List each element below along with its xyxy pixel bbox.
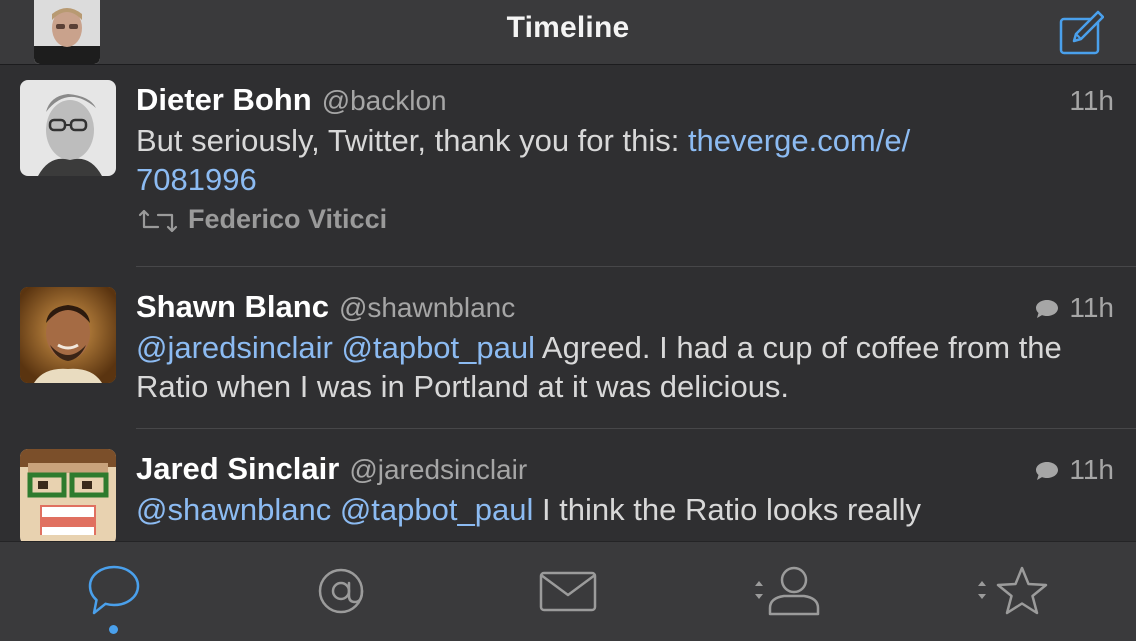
person-icon (755, 566, 820, 616)
star-icon (978, 566, 1048, 615)
author-name: Shawn Blanc (136, 289, 329, 324)
at-sign-icon (318, 568, 364, 614)
avatar[interactable] (20, 80, 116, 176)
author-name: Dieter Bohn (136, 82, 312, 117)
tab-profile[interactable] (740, 542, 850, 641)
active-indicator (109, 625, 118, 634)
compose-button[interactable] (1058, 10, 1105, 56)
avatar[interactable] (20, 449, 116, 541)
tab-timeline[interactable] (60, 542, 180, 641)
tweet-row[interactable]: Dieter Bohn @backlon 11h But seriously, T… (0, 65, 1136, 267)
nav-bar: Timeline (0, 0, 1136, 65)
avatar-photo (20, 287, 116, 383)
speech-bubble-icon (88, 565, 140, 615)
tweet-text: @shawnblanc @tapbot_paul I think the Rat… (136, 490, 1116, 529)
tweet-author[interactable]: Shawn Blanc @shawnblanc (136, 289, 515, 325)
retweeter-name: Federico Viticci (188, 204, 388, 234)
tweet-text: But seriously, Twitter, thank you for th… (136, 121, 1116, 199)
tweet-text-body: But seriously, Twitter, thank you for th… (136, 123, 688, 158)
author-name: Jared Sinclair (136, 451, 340, 486)
tweet-link-part: 7081996 (136, 162, 257, 197)
compose-icon (1059, 10, 1105, 55)
tab-bar (0, 541, 1136, 641)
tweet-author[interactable]: Jared Sinclair @jaredsinclair (136, 451, 527, 487)
avatar-photo (20, 80, 116, 176)
tweet-text-body: I think the Ratio looks really (533, 492, 922, 527)
author-handle: @backlon (321, 85, 447, 116)
author-handle: @jaredsinclair (349, 454, 528, 485)
tweet-author[interactable]: Dieter Bohn @backlon (136, 82, 447, 118)
time-label: 11h (1069, 454, 1114, 485)
mention-link[interactable]: @shawnblanc (136, 492, 331, 527)
avatar[interactable] (20, 287, 116, 383)
mention-link[interactable]: @tapbot_paul (340, 492, 534, 527)
mention-link[interactable]: @tapbot_paul (342, 330, 536, 365)
tweet-time: 11h (1035, 292, 1114, 326)
retweet-icon (138, 209, 178, 232)
author-handle: @shawnblanc (338, 292, 516, 323)
tab-favorites[interactable] (966, 542, 1076, 641)
tweet-link-part: theverge.com/e/ (687, 123, 911, 158)
tweet-row[interactable]: Shawn Blanc @shawnblanc 11h @jaredsinclai… (0, 267, 1136, 429)
time-label: 11h (1069, 292, 1114, 323)
conversation-icon (1035, 294, 1059, 326)
tweet-row[interactable]: Jared Sinclair @jaredsinclair 11h @shawnb… (0, 428, 1136, 541)
mention-link[interactable]: @jaredsinclair (136, 330, 333, 365)
timeline-list[interactable]: Dieter Bohn @backlon 11h But seriously, T… (0, 65, 1136, 541)
page-title: Timeline (506, 11, 630, 44)
tweet-time: 11h (1069, 85, 1114, 116)
conversation-icon (1035, 456, 1059, 488)
retweeted-by[interactable]: Federico Viticci (136, 204, 387, 235)
tweet-text: @jaredsinclair @tapbot_paul Agreed. I ha… (136, 328, 1116, 406)
tab-messages[interactable] (513, 542, 623, 641)
envelope-icon (539, 571, 597, 612)
tweet-time: 11h (1035, 454, 1114, 488)
avatar-photo (20, 449, 116, 541)
tab-mentions[interactable] (284, 542, 394, 641)
